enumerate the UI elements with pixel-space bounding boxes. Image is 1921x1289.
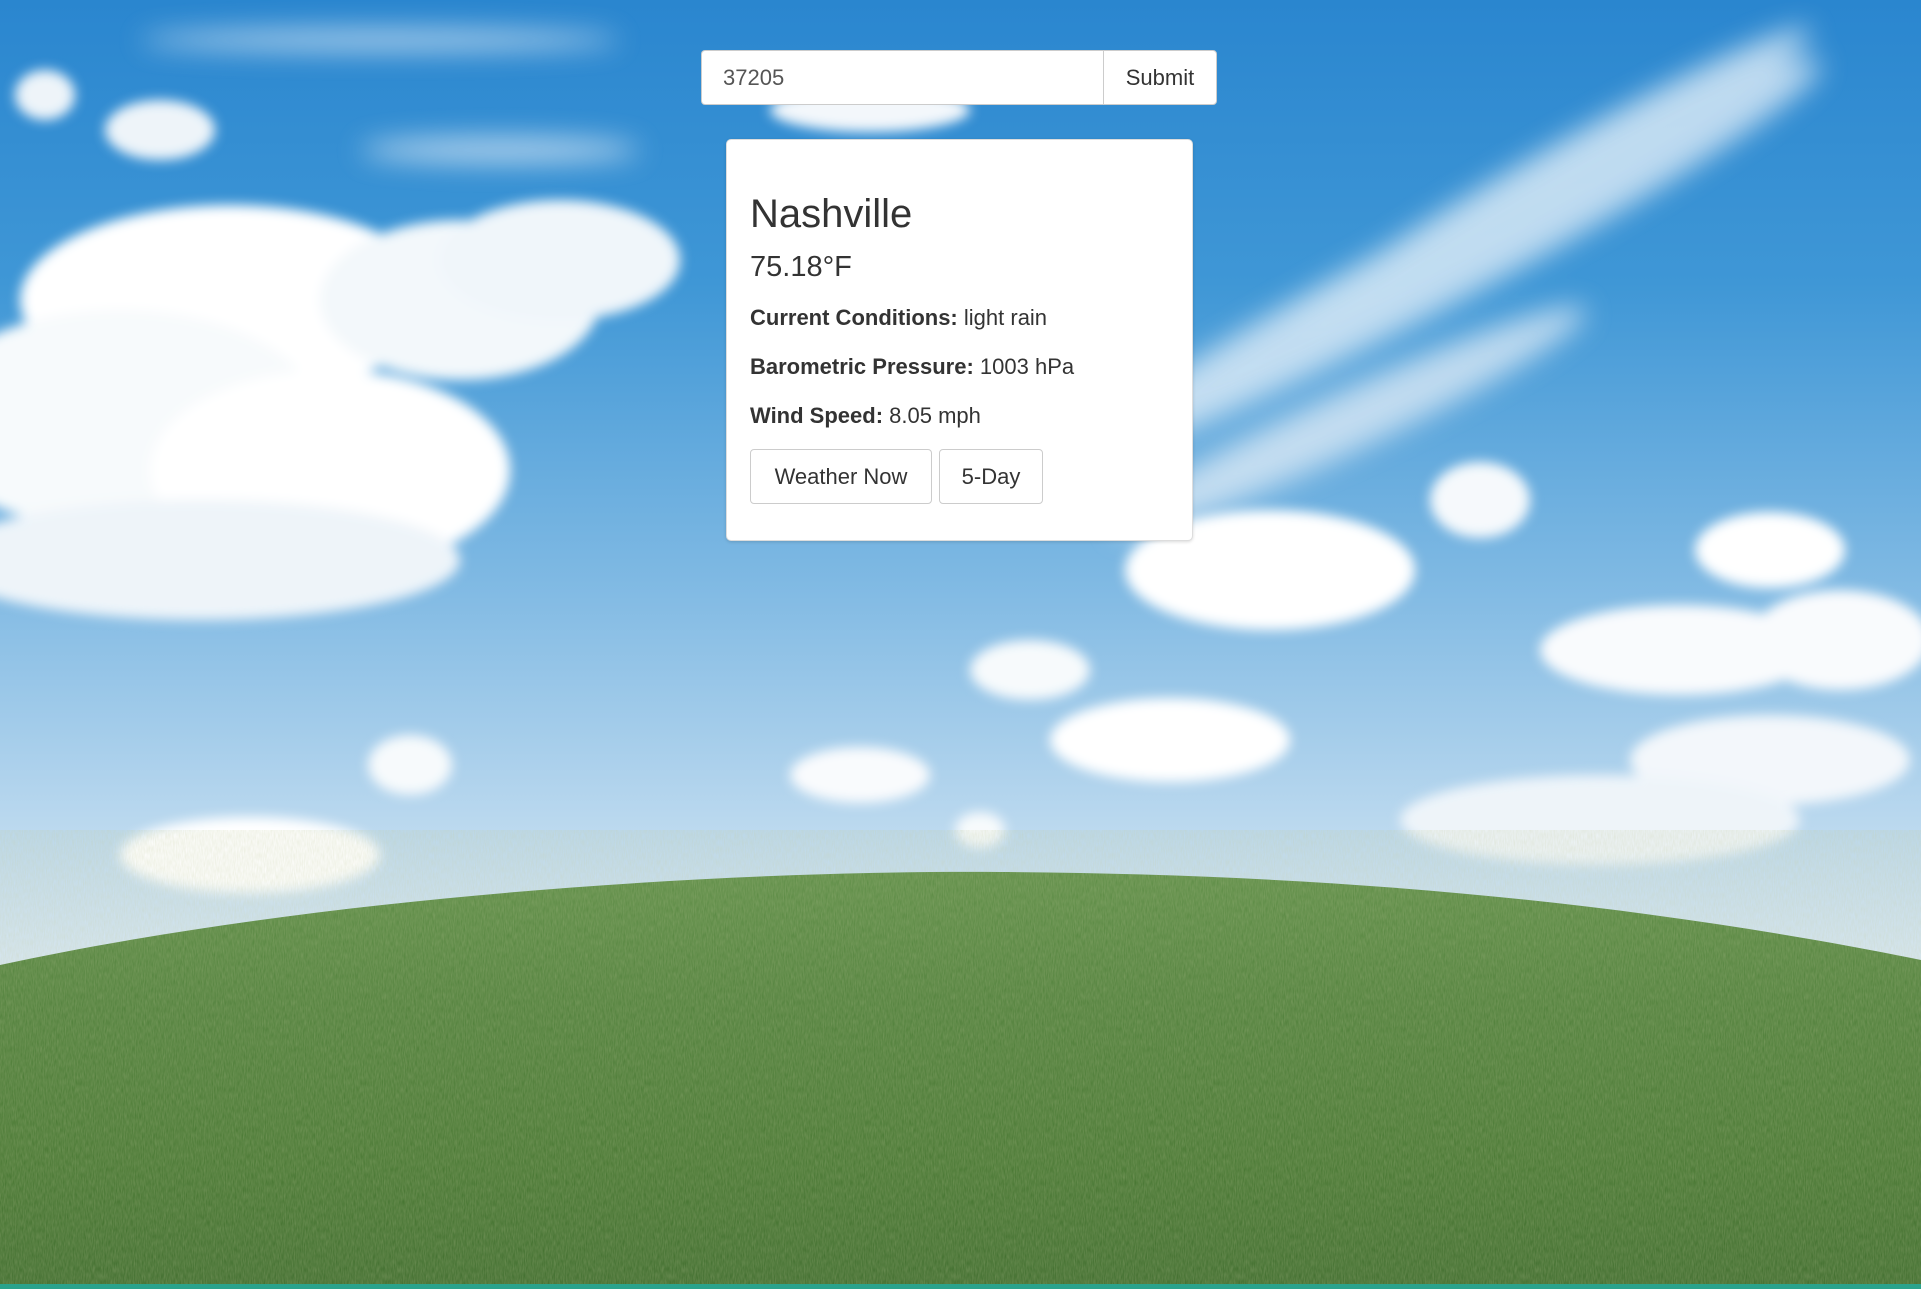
submit-button[interactable]: Submit bbox=[1103, 50, 1217, 105]
current-conditions: Current Conditions: light rain bbox=[750, 305, 1047, 331]
wind-speed-label: Wind Speed: bbox=[750, 403, 884, 428]
barometric-pressure-label: Barometric Pressure: bbox=[750, 354, 974, 379]
barometric-pressure-value: 1003 hPa bbox=[979, 354, 1075, 379]
wind-speed: Wind Speed: 8.05 mph bbox=[750, 403, 981, 429]
grass-texture bbox=[0, 871, 1921, 1289]
temperature: 75.18°F bbox=[750, 251, 852, 283]
weather-card: Nashville 75.18°F Current Conditions: li… bbox=[726, 139, 1193, 541]
wind-speed-value: 8.05 mph bbox=[889, 403, 981, 428]
five-day-button[interactable]: 5-Day bbox=[939, 449, 1043, 504]
current-conditions-value: light rain bbox=[963, 305, 1048, 330]
city-name: Nashville bbox=[750, 192, 913, 236]
current-conditions-label: Current Conditions: bbox=[750, 305, 958, 330]
weather-now-button[interactable]: Weather Now bbox=[750, 449, 932, 504]
zip-code-input[interactable] bbox=[701, 50, 1103, 105]
barometric-pressure: Barometric Pressure: 1003 hPa bbox=[750, 354, 1074, 380]
zip-search-form: Submit bbox=[701, 50, 1217, 105]
bottom-edge bbox=[0, 1284, 1921, 1289]
